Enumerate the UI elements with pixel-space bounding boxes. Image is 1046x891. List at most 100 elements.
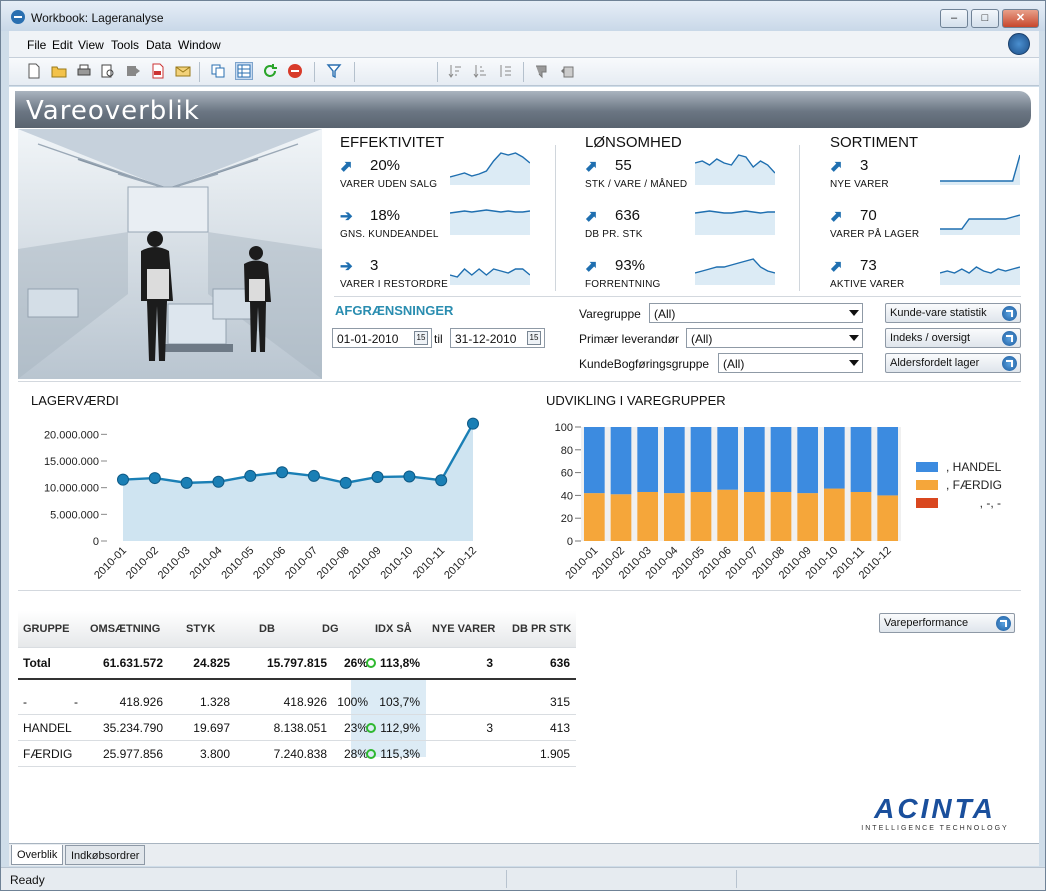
kpi-lonsomhed-0: ⬈ 55 STK / VARE / MÅNED (585, 154, 785, 203)
cell-text: 636 (549, 656, 570, 670)
date-to-field[interactable]: 31-12-2010 15 (450, 328, 545, 348)
toolbar-separator (314, 62, 315, 82)
export-icon[interactable] (125, 63, 141, 79)
mail-icon[interactable] (175, 63, 191, 79)
page-banner: Vareoverblik (15, 91, 1031, 128)
navigate-arrow-icon (996, 616, 1011, 631)
toolbar (9, 58, 1039, 86)
cell-text: 3 (486, 656, 493, 670)
new-document-icon[interactable] (26, 63, 42, 79)
sort-descending-icon[interactable] (472, 63, 488, 79)
minimize-button[interactable]: – (940, 9, 968, 28)
grid-view-icon[interactable] (235, 62, 253, 80)
dashboard-content: Vareoverblik EFFEKTIVITET LØNSOMHED SORT… (9, 87, 1039, 843)
data-point (403, 470, 416, 483)
vareperformance-button[interactable]: Vareperformance (879, 613, 1015, 633)
cell-idx: 112,9% (366, 721, 420, 735)
vareperformance-label: Vareperformance (884, 617, 969, 629)
bar-segment (717, 427, 738, 490)
cell-dbpr: 1.905 (540, 747, 570, 761)
y-tick-label: 20 (561, 513, 573, 525)
print-preview-icon[interactable] (100, 63, 116, 79)
drill-down-icon[interactable] (534, 63, 550, 79)
y-tick-label: 100 (555, 422, 573, 434)
bar-segment (824, 427, 845, 489)
col-nye-varer: NYE VARER (432, 623, 496, 635)
cell-text: 1.328 (199, 695, 230, 709)
cell-text: 7.240.838 (273, 747, 327, 761)
cell-db: 15.797.815 (267, 656, 327, 670)
legend-label: , HANDEL (946, 460, 1002, 474)
tab-indkobsordrer[interactable]: Indkøbsordrer (65, 845, 146, 865)
data-point (276, 466, 289, 479)
copy-icon[interactable] (210, 63, 226, 79)
menu-window[interactable]: Window (178, 38, 221, 52)
trend-up-arrow-icon: ⬈ (585, 258, 598, 275)
pdf-icon[interactable] (150, 63, 166, 79)
svg-text:ACINTA: ACINTA (873, 794, 996, 824)
menu-data[interactable]: Data (146, 38, 171, 52)
kpi-label: AKTIVE VARER (830, 279, 905, 290)
date-from-field[interactable]: 01-01-2010 15 (332, 328, 432, 348)
kunde-bogforingsgruppe-select[interactable]: (All) (718, 353, 863, 373)
menu-edit[interactable]: Edit (52, 38, 73, 52)
lagervaerdi-chart: 0 5.000.000 10.000.000 15.000.000 20.000.000… (44, 417, 479, 582)
print-icon[interactable] (76, 63, 92, 79)
x-tick-label: 2010-07 (283, 545, 320, 582)
navigate-arrow-icon (1002, 356, 1017, 371)
menu-view[interactable]: View (78, 38, 104, 52)
cell-text: 418.926 (283, 695, 327, 709)
open-folder-icon[interactable] (51, 63, 67, 79)
cell-text: 103,7% (379, 695, 420, 709)
kunde-vare-statistik-button[interactable]: Kunde-vare statistik (885, 303, 1021, 323)
sparkline-area (450, 210, 530, 235)
close-button[interactable]: ✕ (1002, 9, 1039, 28)
varegruppe-label: Varegruppe (579, 307, 641, 321)
app-logo-icon[interactable] (1008, 33, 1030, 55)
trend-up-arrow-icon: ⬈ (585, 158, 598, 175)
y-tick-label: 15.000.000 (44, 456, 99, 468)
sparkline (695, 154, 775, 185)
data-point (117, 473, 129, 486)
cell-oms: 25.977.856 (103, 747, 163, 761)
kpi-heading-effektivitet: EFFEKTIVITET (340, 134, 445, 151)
cell-db: 7.240.838 (274, 747, 327, 761)
sort-custom-icon[interactable] (497, 63, 513, 79)
filter-icon[interactable] (326, 63, 342, 79)
tab-overblik[interactable]: Overblik (11, 845, 64, 865)
stop-icon[interactable] (287, 63, 303, 79)
date-from-value: 01-01-2010 (337, 332, 399, 346)
y-tick-label: 40 (561, 490, 573, 502)
cell-text: FÆRDIG (23, 747, 73, 761)
data-point (212, 475, 225, 488)
data-point (180, 476, 193, 489)
aldersfordelt-lager-button[interactable]: Aldersfordelt lager (885, 353, 1021, 373)
indeks-oversigt-label: Indeks / oversigt (890, 332, 971, 344)
idx-highlight (351, 679, 426, 757)
cell-dg: 28% (344, 747, 368, 761)
cell-text: 19.697 (193, 721, 230, 735)
indeks-oversigt-button[interactable]: Indeks / oversigt (885, 328, 1021, 348)
toolbar-separator (354, 62, 355, 82)
status-bar: Ready (1, 867, 1045, 890)
cell-text: 3 (486, 721, 493, 735)
title-bar: Workbook: Lageranalyse – □ ✕ (1, 1, 1045, 31)
kpi-sortiment-0: ⬈ 3 NYE VARER (830, 154, 1030, 203)
navigate-arrow-icon (1002, 306, 1017, 321)
primaer-leverandor-select[interactable]: (All) (686, 328, 863, 348)
legend-swatch (916, 498, 938, 508)
varegruppe-select[interactable]: (All) (649, 303, 863, 323)
refresh-icon[interactable] (262, 63, 278, 79)
kpi-label: VARER PÅ LAGER (830, 229, 920, 240)
menu-tools[interactable]: Tools (111, 38, 139, 52)
calendar-icon[interactable]: 15 (414, 331, 428, 345)
drill-up-icon[interactable] (559, 63, 575, 79)
maximize-button[interactable]: □ (971, 9, 999, 28)
kpi-label: VARER UDEN SALG (340, 179, 438, 190)
bar-segment (690, 491, 712, 541)
menu-file[interactable]: File (27, 38, 46, 52)
sort-ascending-icon[interactable] (447, 63, 463, 79)
calendar-icon[interactable]: 15 (527, 331, 541, 345)
x-tick-label: 2010-01 (92, 545, 129, 582)
kpi-label: GNS. KUNDEANDEL (340, 229, 439, 240)
